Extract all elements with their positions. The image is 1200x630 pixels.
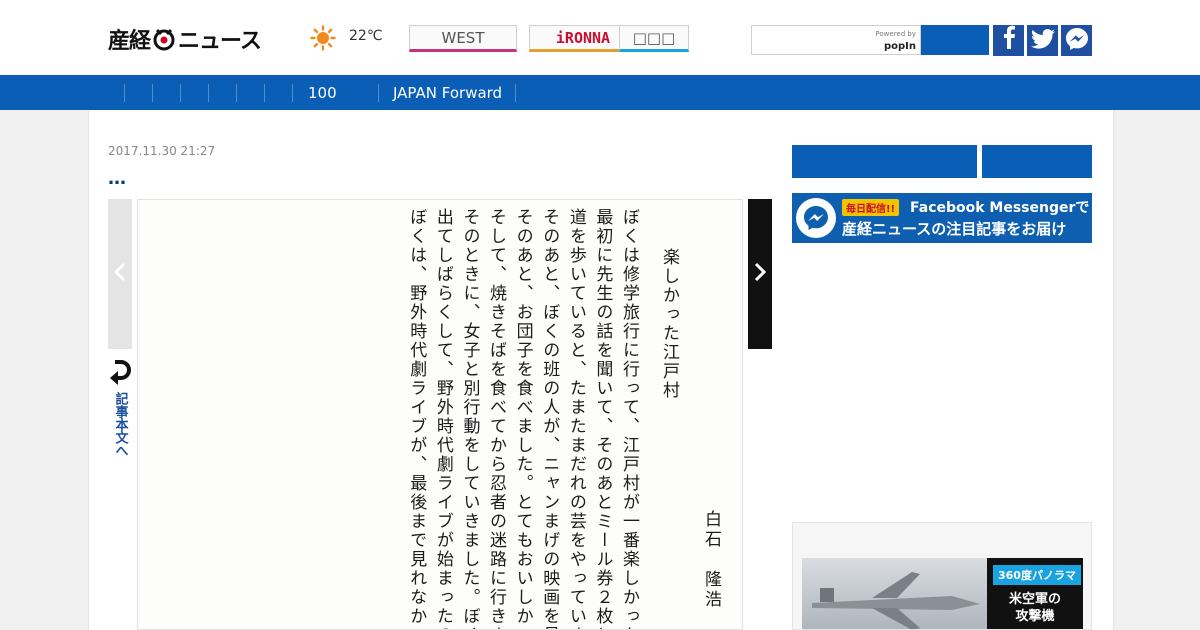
article-date: 2017.11.30 21:27: [108, 144, 216, 158]
site-header: 産経 ニュース 22℃ WEST iRONNA □□□ Powered by p…: [0, 0, 1200, 75]
tab-west[interactable]: WEST: [409, 25, 517, 52]
chevron-left-icon: [113, 262, 126, 287]
sidebar-button-right[interactable]: [982, 145, 1092, 178]
logo-text-right: ニュース: [178, 29, 262, 54]
chevron-right-icon: [754, 262, 767, 287]
nav-separator: [378, 84, 379, 102]
facebook-button[interactable]: [993, 25, 1024, 56]
search-button[interactable]: [921, 25, 989, 55]
nav-item-100[interactable]: 100: [308, 75, 337, 110]
essay-author: 白石 隆浩: [701, 510, 721, 610]
messenger-icon: [1065, 27, 1089, 55]
nav-separator: [264, 84, 265, 102]
twitter-icon: [1030, 28, 1055, 53]
search-box: Powered by popIn: [751, 25, 921, 55]
next-photo-button[interactable]: [748, 199, 772, 349]
essay-body: ぼくは修学旅行に行って、江戸村が一番楽しかったです。 最初に先生の話を聞いて、そ…: [406, 208, 639, 630]
twitter-button[interactable]: [1027, 25, 1058, 56]
nav-separator: [292, 84, 293, 102]
sankei-news-logo[interactable]: 産経 ニュース: [108, 24, 262, 54]
messenger-banner-line1: Facebook Messengerで: [910, 200, 1090, 216]
nav-separator: [124, 84, 125, 102]
panorama-title: 米空軍の 攻撃機: [987, 591, 1083, 625]
logo-text-left: 産経: [108, 29, 151, 54]
return-arrow-icon: [109, 358, 131, 388]
nav-separator: [180, 84, 181, 102]
popin-brand: popIn: [883, 41, 916, 52]
essay-title: 楽しかった江戸村: [659, 248, 679, 400]
panorama-title-line2: 攻撃機: [1015, 609, 1055, 624]
nav-item-japan-forward[interactable]: JAPAN Forward: [393, 75, 502, 110]
prev-photo-button[interactable]: [108, 199, 132, 349]
nav-separator: [515, 84, 516, 102]
panorama-promo[interactable]: 360度パノラマ 米空軍の 攻撃機: [792, 522, 1092, 630]
temperature-text: 22℃: [349, 28, 383, 44]
messenger-subscribe-banner[interactable]: 毎日配信!! Facebook Messengerで 産経ニュースの注目記事をお…: [792, 193, 1092, 243]
article-title: …: [108, 168, 126, 189]
nav-separator: [236, 84, 237, 102]
powered-by-popin: Powered by popIn: [875, 29, 916, 52]
sidebar-button-left[interactable]: [792, 145, 977, 178]
aircraft-photo: [802, 558, 988, 629]
back-to-article-label: 記事本文へ: [112, 392, 128, 457]
messenger-banner-line2: 産経ニュースの注目記事をお届け: [842, 220, 1067, 238]
panorama-badge: 360度パノラマ: [993, 565, 1081, 585]
search-input[interactable]: [756, 27, 878, 55]
logo-mark-icon: [151, 26, 177, 52]
nav-separator: [208, 84, 209, 102]
powered-by-label: Powered by: [875, 30, 916, 38]
nav-separator: [152, 84, 153, 102]
back-to-article-link[interactable]: 記事本文へ: [108, 358, 132, 457]
messenger-icon: [796, 198, 836, 238]
essay-photo: 楽しかった江戸村 白石 隆浩 ぼくは修学旅行に行って、江戸村が一番楽しかったです…: [137, 199, 743, 630]
tab-third-site[interactable]: □□□: [619, 25, 689, 52]
facebook-icon: [1001, 25, 1017, 56]
messenger-button[interactable]: [1061, 25, 1092, 56]
main-navigation: 100 JAPAN Forward: [0, 75, 1200, 110]
sun-icon: [310, 25, 336, 51]
daily-badge: 毎日配信!!: [842, 199, 900, 216]
panorama-title-line1: 米空軍の: [1008, 592, 1061, 607]
